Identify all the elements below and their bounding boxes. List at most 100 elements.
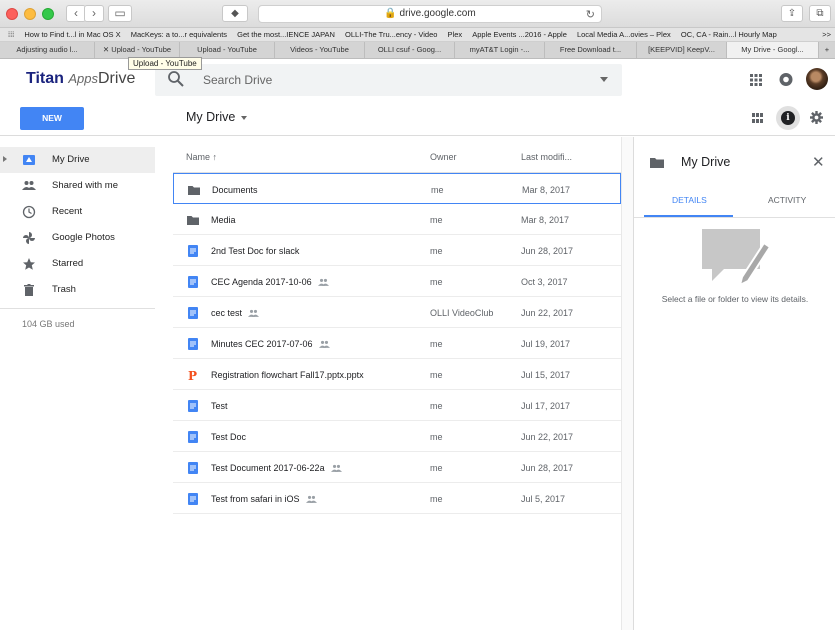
sidebar-item-starred[interactable]: Starred bbox=[0, 251, 155, 277]
lock-icon: 🔒 bbox=[384, 8, 400, 19]
bookmark[interactable]: OLLI-The Tru...ency - Video bbox=[345, 30, 437, 39]
table-row[interactable]: Minutes CEC 2017-07-06 me Jul 19, 2017 bbox=[173, 328, 621, 359]
table-row[interactable]: Test Doc me Jun 22, 2017 bbox=[173, 421, 621, 452]
close-icon[interactable]: ✕ bbox=[812, 153, 825, 171]
search-input[interactable]: Search Drive bbox=[203, 73, 272, 87]
scrollbar[interactable] bbox=[621, 137, 633, 630]
file-owner: OLLI VideoClub bbox=[430, 308, 494, 318]
apps-grid-icon[interactable] bbox=[750, 74, 762, 86]
file-modified: Jun 28, 2017 bbox=[521, 246, 574, 256]
avatar[interactable] bbox=[806, 68, 828, 90]
file-owner: me bbox=[430, 463, 443, 473]
table-row[interactable]: cec test OLLI VideoClub Jun 22, 2017 bbox=[173, 297, 621, 328]
back-button[interactable]: ‹ bbox=[66, 5, 86, 22]
shared-icon bbox=[305, 495, 317, 503]
people-icon bbox=[22, 181, 36, 190]
google-doc-icon bbox=[188, 400, 198, 412]
table-row[interactable]: P Registration flowchart Fall17.pptx.pptx… bbox=[173, 359, 621, 390]
bookmark[interactable]: Plex bbox=[448, 30, 463, 39]
table-row[interactable]: Test me Jul 17, 2017 bbox=[173, 390, 621, 421]
extension-button[interactable]: ◆ bbox=[222, 5, 248, 22]
tabs-overview-button[interactable]: ⧉ bbox=[809, 5, 831, 22]
share-button[interactable]: ⇪ bbox=[781, 5, 803, 22]
address-bar[interactable]: 🔒 drive.google.com ↻ bbox=[258, 5, 602, 23]
bookmark[interactable]: How to Find t...l in Mac OS X bbox=[24, 30, 120, 39]
expand-arrow-icon[interactable] bbox=[3, 156, 7, 162]
file-modified: Oct 3, 2017 bbox=[521, 277, 568, 287]
notifications-icon[interactable] bbox=[779, 72, 793, 87]
browser-tab-active[interactable]: My Drive - Googl... bbox=[727, 42, 819, 58]
file-name-text: Media bbox=[211, 215, 236, 225]
sidebar-item-google-photos[interactable]: Google Photos bbox=[0, 225, 155, 251]
column-owner[interactable]: Owner bbox=[430, 152, 457, 162]
breadcrumb[interactable]: My Drive bbox=[186, 110, 248, 124]
tab-tooltip: Upload - YouTube bbox=[128, 57, 202, 70]
details-illustration-icon bbox=[702, 229, 772, 287]
google-doc-icon bbox=[188, 245, 198, 257]
sidebar-item-trash[interactable]: Trash bbox=[0, 277, 155, 303]
table-row[interactable]: Media me Mar 8, 2017 bbox=[173, 204, 621, 235]
bookmark[interactable]: Get the most...IENCE JAPAN bbox=[237, 30, 335, 39]
file-owner: me bbox=[430, 401, 443, 411]
sidebar-item-label: Recent bbox=[52, 206, 83, 217]
tab-activity[interactable]: ACTIVITY bbox=[768, 195, 806, 205]
bookmarks-grid-icon[interactable]: ⁞⁞⁞ bbox=[8, 30, 14, 39]
browser-tab[interactable]: [KEEPVID] KeepV... bbox=[637, 42, 727, 58]
minimize-window-button[interactable] bbox=[24, 8, 36, 20]
bookmark[interactable]: OC, CA - Rain...l Hourly Map bbox=[681, 30, 777, 39]
search-icon[interactable] bbox=[167, 70, 185, 88]
bookmark[interactable]: Apple Events ...2016 - Apple bbox=[472, 30, 567, 39]
table-row[interactable]: Test from safari in iOS me Jul 5, 2017 bbox=[173, 483, 621, 514]
browser-tab[interactable]: Adjusting audio l... bbox=[0, 42, 95, 58]
sidebar-item-my-drive[interactable]: My Drive bbox=[0, 147, 155, 173]
breadcrumb-label: My Drive bbox=[186, 110, 236, 124]
zoom-window-button[interactable] bbox=[42, 8, 54, 20]
browser-tab[interactable]: Free Download t... bbox=[545, 42, 637, 58]
table-row[interactable]: Test Document 2017-06-22a me Jun 28, 2017 bbox=[173, 452, 621, 483]
google-doc-icon bbox=[188, 431, 198, 443]
new-tab-button[interactable]: + bbox=[819, 42, 835, 58]
browser-tab[interactable]: OLLI csuf - Goog... bbox=[365, 42, 455, 58]
browser-tab[interactable]: ✕ Upload - YouTube bbox=[95, 42, 180, 58]
file-name-text: Test from safari in iOS bbox=[211, 494, 300, 504]
file-name: Documents bbox=[212, 185, 258, 195]
sidebar-toggle-button[interactable]: ▭ bbox=[108, 5, 132, 22]
search-options-icon[interactable] bbox=[600, 77, 608, 82]
table-row[interactable]: Documents me Mar 8, 2017 bbox=[173, 173, 621, 204]
bookmarks-overflow-button[interactable]: >> bbox=[822, 28, 831, 41]
sidebar-item-label: Shared with me bbox=[52, 180, 119, 191]
browser-tab[interactable]: myAT&T Login -... bbox=[455, 42, 545, 58]
file-name-text: Test Doc bbox=[211, 432, 247, 442]
bookmark[interactable]: Local Media A...ovies – Plex bbox=[577, 30, 671, 39]
column-name[interactable]: Name ↑ bbox=[186, 152, 217, 162]
sidebar: My Drive Shared with me Recent Google Ph… bbox=[0, 137, 155, 630]
folder-icon bbox=[187, 216, 199, 225]
tab-details[interactable]: DETAILS bbox=[672, 195, 707, 205]
titan-apps-logo[interactable]: Titan Apps bbox=[26, 70, 98, 88]
search-box[interactable]: Search Drive bbox=[155, 64, 622, 96]
column-last-modified[interactable]: Last modifi... bbox=[521, 152, 572, 162]
google-doc-icon bbox=[188, 338, 198, 350]
file-name: Media bbox=[211, 215, 236, 225]
product-name: Drive bbox=[98, 70, 136, 87]
shared-icon bbox=[248, 309, 260, 317]
reload-icon[interactable]: ↻ bbox=[586, 7, 595, 23]
table-row[interactable]: 2nd Test Doc for slack me Jun 28, 2017 bbox=[173, 235, 621, 266]
bookmark[interactable]: MacKeys: a to...r equivalents bbox=[131, 30, 227, 39]
details-title: My Drive bbox=[681, 155, 731, 169]
sidebar-item-recent[interactable]: Recent bbox=[0, 199, 155, 225]
sort-arrow-up-icon[interactable]: ↑ bbox=[213, 152, 218, 162]
sidebar-item-shared-with-me[interactable]: Shared with me bbox=[0, 173, 155, 199]
trash-icon bbox=[24, 284, 34, 296]
table-row[interactable]: CEC Agenda 2017-10-06 me Oct 3, 2017 bbox=[173, 266, 621, 297]
forward-button[interactable]: › bbox=[84, 5, 104, 22]
close-window-button[interactable] bbox=[6, 8, 18, 20]
new-button[interactable]: NEW bbox=[20, 107, 84, 130]
gear-icon[interactable] bbox=[810, 111, 823, 124]
browser-tab[interactable]: Videos - YouTube bbox=[275, 42, 365, 58]
grid-view-icon[interactable] bbox=[752, 113, 763, 123]
file-owner: me bbox=[430, 370, 443, 380]
browser-tab[interactable]: Upload - YouTube bbox=[180, 42, 275, 58]
file-modified: Jun 22, 2017 bbox=[521, 308, 574, 318]
view-details-button[interactable]: i bbox=[776, 106, 800, 130]
